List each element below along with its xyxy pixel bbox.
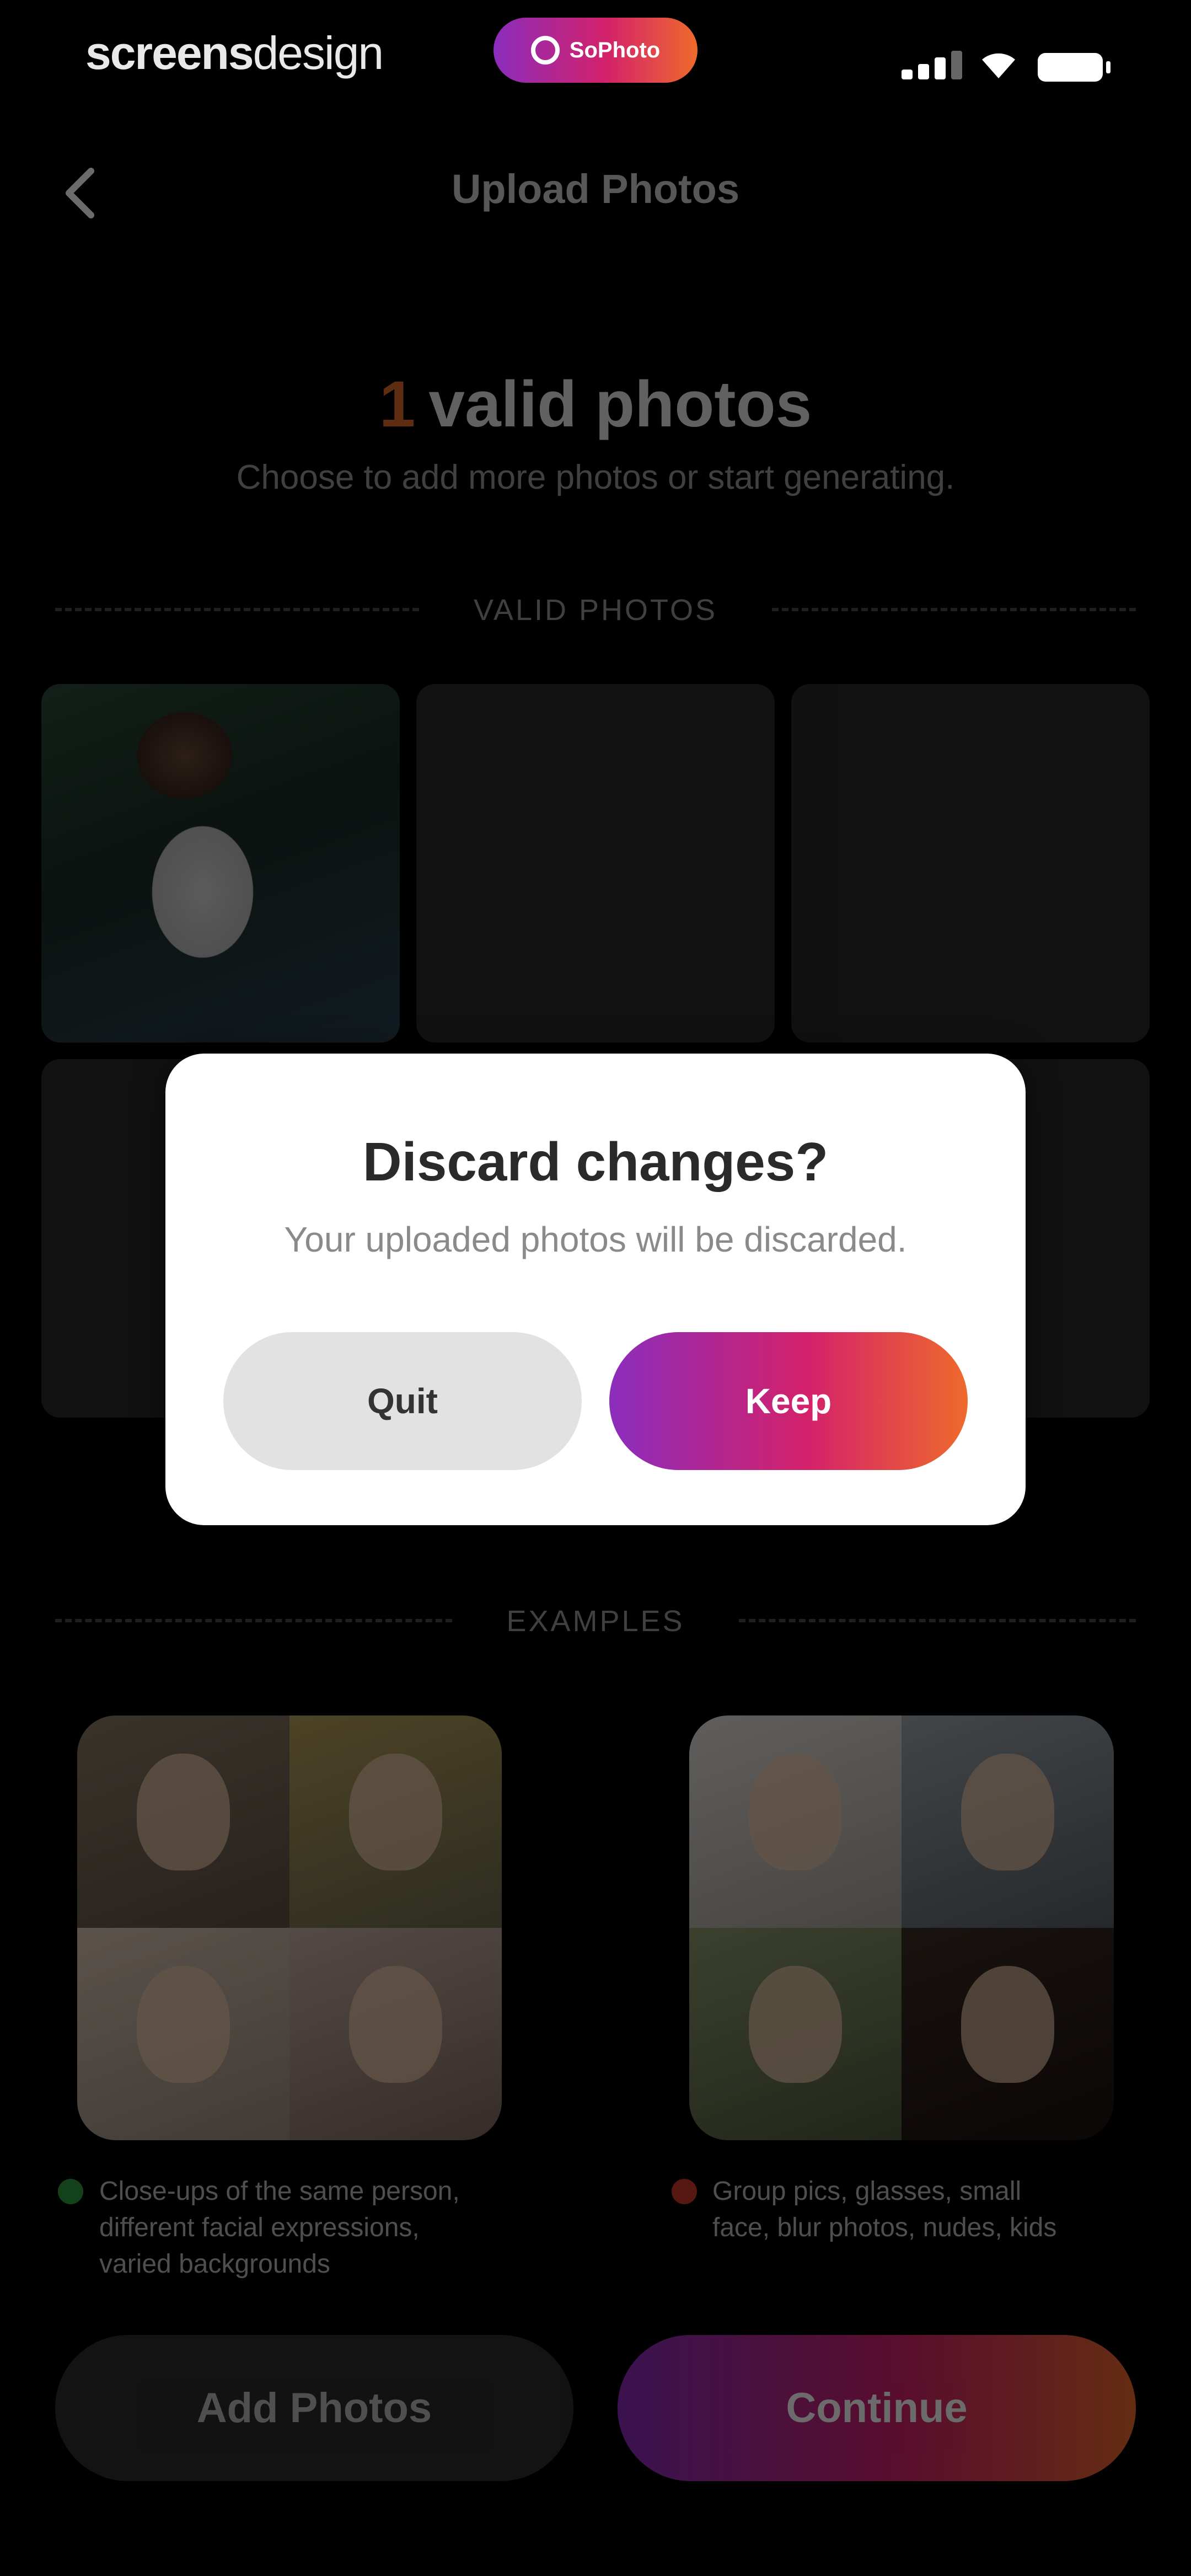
example-photo xyxy=(289,1928,502,2140)
bad-indicator-icon xyxy=(672,2179,697,2204)
example-photo xyxy=(77,1928,289,2140)
bad-examples-grid xyxy=(689,1715,1114,2140)
valid-count-label: valid photos xyxy=(428,368,812,441)
bad-examples-caption: Group pics, glasses, small face, blur ph… xyxy=(712,2173,1181,2246)
discard-dialog: Discard changes? Your uploaded photos wi… xyxy=(165,1054,1026,1525)
good-indicator-icon xyxy=(58,2179,83,2204)
uploaded-photo[interactable] xyxy=(41,684,400,1043)
good-examples-caption: Close-ups of the same person, different … xyxy=(99,2173,579,2283)
good-caption-line: different facial expressions, xyxy=(99,2213,420,2242)
good-caption-line: Close-ups of the same person, xyxy=(99,2177,460,2206)
valid-count-headline: 1 valid photos xyxy=(0,367,1191,442)
bad-caption-line: Group pics, glasses, small xyxy=(712,2177,1022,2206)
section-label-examples: EXAMPLES xyxy=(506,1605,685,1638)
example-photo xyxy=(289,1715,502,1928)
section-label-valid: VALID PHOTOS xyxy=(473,594,718,627)
example-photo xyxy=(77,1715,289,1928)
quit-button[interactable]: Quit xyxy=(223,1332,582,1470)
example-photo xyxy=(902,1928,1114,2140)
good-examples-grid xyxy=(77,1715,502,2140)
divider-right xyxy=(739,1619,1136,1622)
empty-photo-slot[interactable] xyxy=(416,684,775,1043)
valid-count: 1 xyxy=(379,368,416,441)
example-photo xyxy=(902,1715,1114,1928)
example-photo xyxy=(689,1928,902,2140)
dialog-title: Discard changes? xyxy=(362,1131,829,1192)
divider-left xyxy=(55,608,419,611)
page-title: Upload Photos xyxy=(451,166,740,212)
divider-left xyxy=(55,1619,452,1622)
continue-button[interactable]: Continue xyxy=(618,2335,1136,2481)
good-caption-line: varied backgrounds xyxy=(99,2249,330,2279)
instruction-text: Choose to add more photos or start gener… xyxy=(236,458,955,496)
dialog-message: Your uploaded photos will be discarded. xyxy=(284,1220,907,1259)
bad-caption-line: face, blur photos, nudes, kids xyxy=(712,2213,1057,2242)
add-photos-button[interactable]: Add Photos xyxy=(55,2335,573,2481)
empty-photo-slot[interactable] xyxy=(791,684,1150,1043)
example-photo xyxy=(689,1715,902,1928)
keep-button[interactable]: Keep xyxy=(609,1332,968,1470)
divider-right xyxy=(772,608,1136,611)
